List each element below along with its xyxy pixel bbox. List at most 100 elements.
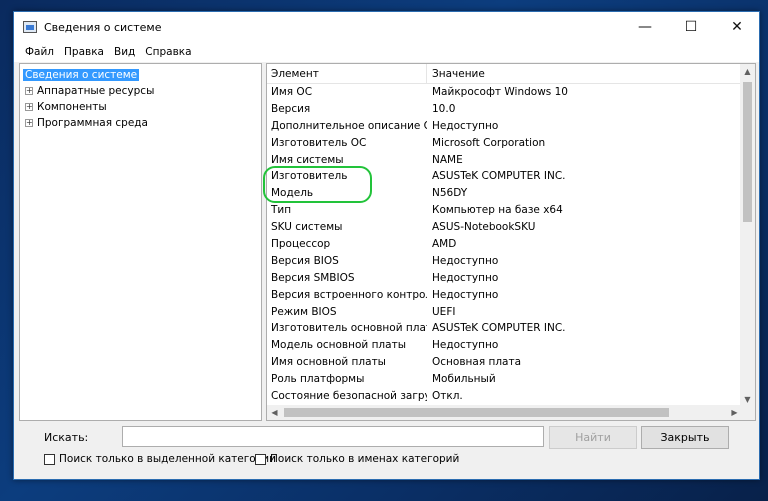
- tree-item-label: Аппаратные ресурсы: [37, 85, 155, 97]
- tree-item-software-environment[interactable]: + Программная среда: [20, 115, 261, 131]
- row-value: Мобильный: [432, 373, 496, 386]
- table-row[interactable]: Дополнительное описание ОС Недоступно: [267, 118, 742, 135]
- row-element: Версия: [271, 102, 311, 115]
- tree-item-system-summary[interactable]: Сведения о системе: [20, 67, 261, 83]
- expand-plus-icon[interactable]: +: [25, 87, 33, 95]
- table-row[interactable]: Изготовитель ОС Microsoft Corporation: [267, 135, 742, 152]
- row-value: ASUSTeK COMPUTER INC.: [432, 322, 566, 335]
- scroll-left-icon[interactable]: ◀: [267, 405, 282, 420]
- row-element: Процессор: [271, 238, 331, 251]
- tree-item-label: Программная среда: [37, 117, 148, 129]
- close-button[interactable]: Закрыть: [641, 426, 729, 449]
- scroll-thumb-horizontal[interactable]: [284, 408, 669, 417]
- row-value: Недоступно: [432, 271, 499, 284]
- row-value: Недоступно: [432, 339, 499, 352]
- menu-view[interactable]: Вид: [109, 46, 140, 58]
- column-header-value[interactable]: Значение: [427, 64, 742, 84]
- row-value: N56DY: [432, 187, 468, 200]
- row-element: Дополнительное описание ОС: [271, 119, 427, 132]
- table-row[interactable]: Модель основной платы Недоступно: [267, 337, 742, 354]
- table-row[interactable]: Тип Компьютер на базе x64: [267, 202, 742, 219]
- tree-item-label: Сведения о системе: [23, 69, 140, 81]
- category-tree: Сведения о системе + Аппаратные ресурсы …: [19, 63, 262, 421]
- row-value: Недоступно: [432, 254, 499, 267]
- row-value: Откл.: [432, 390, 463, 403]
- list-rows: Имя ОС Майкрософт Windows 10 Версия 10.0 Доп…: [267, 84, 742, 405]
- window-title: Сведения о системе: [44, 21, 162, 34]
- row-element: Состояние безопасной загруз...: [271, 390, 427, 403]
- close-window-button[interactable]: ✕: [714, 12, 760, 42]
- row-element: Версия BIOS: [271, 254, 339, 267]
- system-info-icon: [23, 21, 37, 33]
- table-row[interactable]: Состояние безопасной загруз... Откл.: [267, 388, 742, 405]
- row-value: Майкрософт Windows 10: [432, 86, 568, 98]
- table-row[interactable]: SKU системы ASUS-NotebookSKU: [267, 219, 742, 236]
- table-row[interactable]: Версия BIOS Недоступно: [267, 253, 742, 270]
- list-header: Элемент Значение: [267, 64, 742, 84]
- minimize-button[interactable]: —: [622, 12, 668, 42]
- table-row[interactable]: Изготовитель основной платы ASUSTeK COMPU…: [267, 320, 742, 337]
- find-button[interactable]: Найти: [549, 426, 637, 449]
- row-element: Модель основной платы: [271, 339, 406, 352]
- tree-item-label: Компоненты: [37, 101, 107, 113]
- table-row[interactable]: Процессор AMD: [267, 236, 742, 253]
- table-row[interactable]: Модель N56DY: [267, 185, 742, 202]
- row-value: ASUSTeK COMPUTER INC.: [432, 170, 566, 183]
- menu-edit[interactable]: Правка: [59, 46, 109, 58]
- row-element: Имя ОС: [271, 86, 313, 98]
- row-element: Имя системы: [271, 153, 344, 166]
- search-label: Искать:: [44, 431, 89, 444]
- row-value: AMD: [432, 238, 457, 251]
- row-element: Модель: [271, 187, 314, 200]
- row-element: Изготовитель ОС: [271, 136, 367, 149]
- table-row[interactable]: Версия 10.0: [267, 101, 742, 118]
- scroll-thumb[interactable]: [743, 82, 752, 222]
- system-info-window: Сведения о системе — ☐ ✕ Файл Правка Вид…: [13, 11, 760, 480]
- vertical-scrollbar[interactable]: ▲ ▼: [740, 64, 755, 407]
- column-header-element[interactable]: Элемент: [267, 64, 427, 84]
- scroll-up-icon[interactable]: ▲: [740, 64, 755, 79]
- table-row[interactable]: Изготовитель ASUSTeK COMPUTER INC.: [267, 168, 742, 185]
- expand-plus-icon[interactable]: +: [25, 103, 33, 111]
- search-selected-category-checkbox[interactable]: [44, 453, 55, 465]
- menu-help[interactable]: Справка: [140, 46, 196, 58]
- menu-file[interactable]: Файл: [20, 46, 59, 58]
- maximize-button[interactable]: ☐: [668, 12, 714, 42]
- row-value: Недоступно: [432, 288, 499, 301]
- search-category-names-option[interactable]: Поиск только в именах категорий: [255, 453, 459, 465]
- expand-plus-icon[interactable]: +: [25, 119, 33, 127]
- details-list: Элемент Значение Имя ОС Майкрософт Window…: [266, 63, 756, 421]
- table-row[interactable]: Имя системы NAME: [267, 152, 742, 169]
- row-value: Основная плата: [432, 356, 522, 369]
- row-element: Изготовитель: [271, 170, 348, 183]
- row-element: Имя основной платы: [271, 356, 386, 369]
- menu-bar: Файл Правка Вид Справка: [14, 42, 759, 62]
- title-bar[interactable]: Сведения о системе — ☐ ✕: [14, 12, 759, 42]
- row-value: Microsoft Corporation: [432, 136, 546, 149]
- table-row[interactable]: Имя ОС Майкрософт Windows 10: [267, 84, 742, 101]
- table-row[interactable]: Режим BIOS UEFI: [267, 304, 742, 321]
- row-element: Тип: [271, 204, 292, 217]
- table-row[interactable]: Роль платформы Мобильный: [267, 371, 742, 388]
- row-element: Изготовитель основной платы: [271, 322, 427, 335]
- row-value: ASUS-NotebookSKU: [432, 221, 536, 234]
- row-element: Версия SMBIOS: [271, 271, 355, 284]
- row-element: SKU системы: [271, 221, 343, 234]
- search-input[interactable]: [122, 426, 544, 447]
- scrollbar-corner: [740, 405, 755, 420]
- table-row[interactable]: Версия встроенного контролл... Недоступно: [267, 287, 742, 304]
- tree-item-hardware-resources[interactable]: + Аппаратные ресурсы: [20, 83, 261, 99]
- row-value: Компьютер на базе x64: [432, 204, 563, 217]
- row-element: Режим BIOS: [271, 305, 337, 318]
- search-category-names-checkbox[interactable]: [255, 453, 266, 465]
- horizontal-scrollbar[interactable]: ◀ ▶: [267, 405, 742, 420]
- row-element: Версия встроенного контролл...: [271, 288, 427, 301]
- tree-item-components[interactable]: + Компоненты: [20, 99, 261, 115]
- search-selected-category-label: Поиск только в выделенной категории: [59, 453, 276, 465]
- table-row[interactable]: Версия SMBIOS Недоступно: [267, 270, 742, 287]
- table-row[interactable]: Имя основной платы Основная плата: [267, 354, 742, 371]
- row-value: Недоступно: [432, 119, 499, 132]
- row-value: NAME: [432, 153, 463, 166]
- row-value: UEFI: [432, 305, 456, 318]
- search-selected-category-option[interactable]: Поиск только в выделенной категории: [44, 453, 276, 465]
